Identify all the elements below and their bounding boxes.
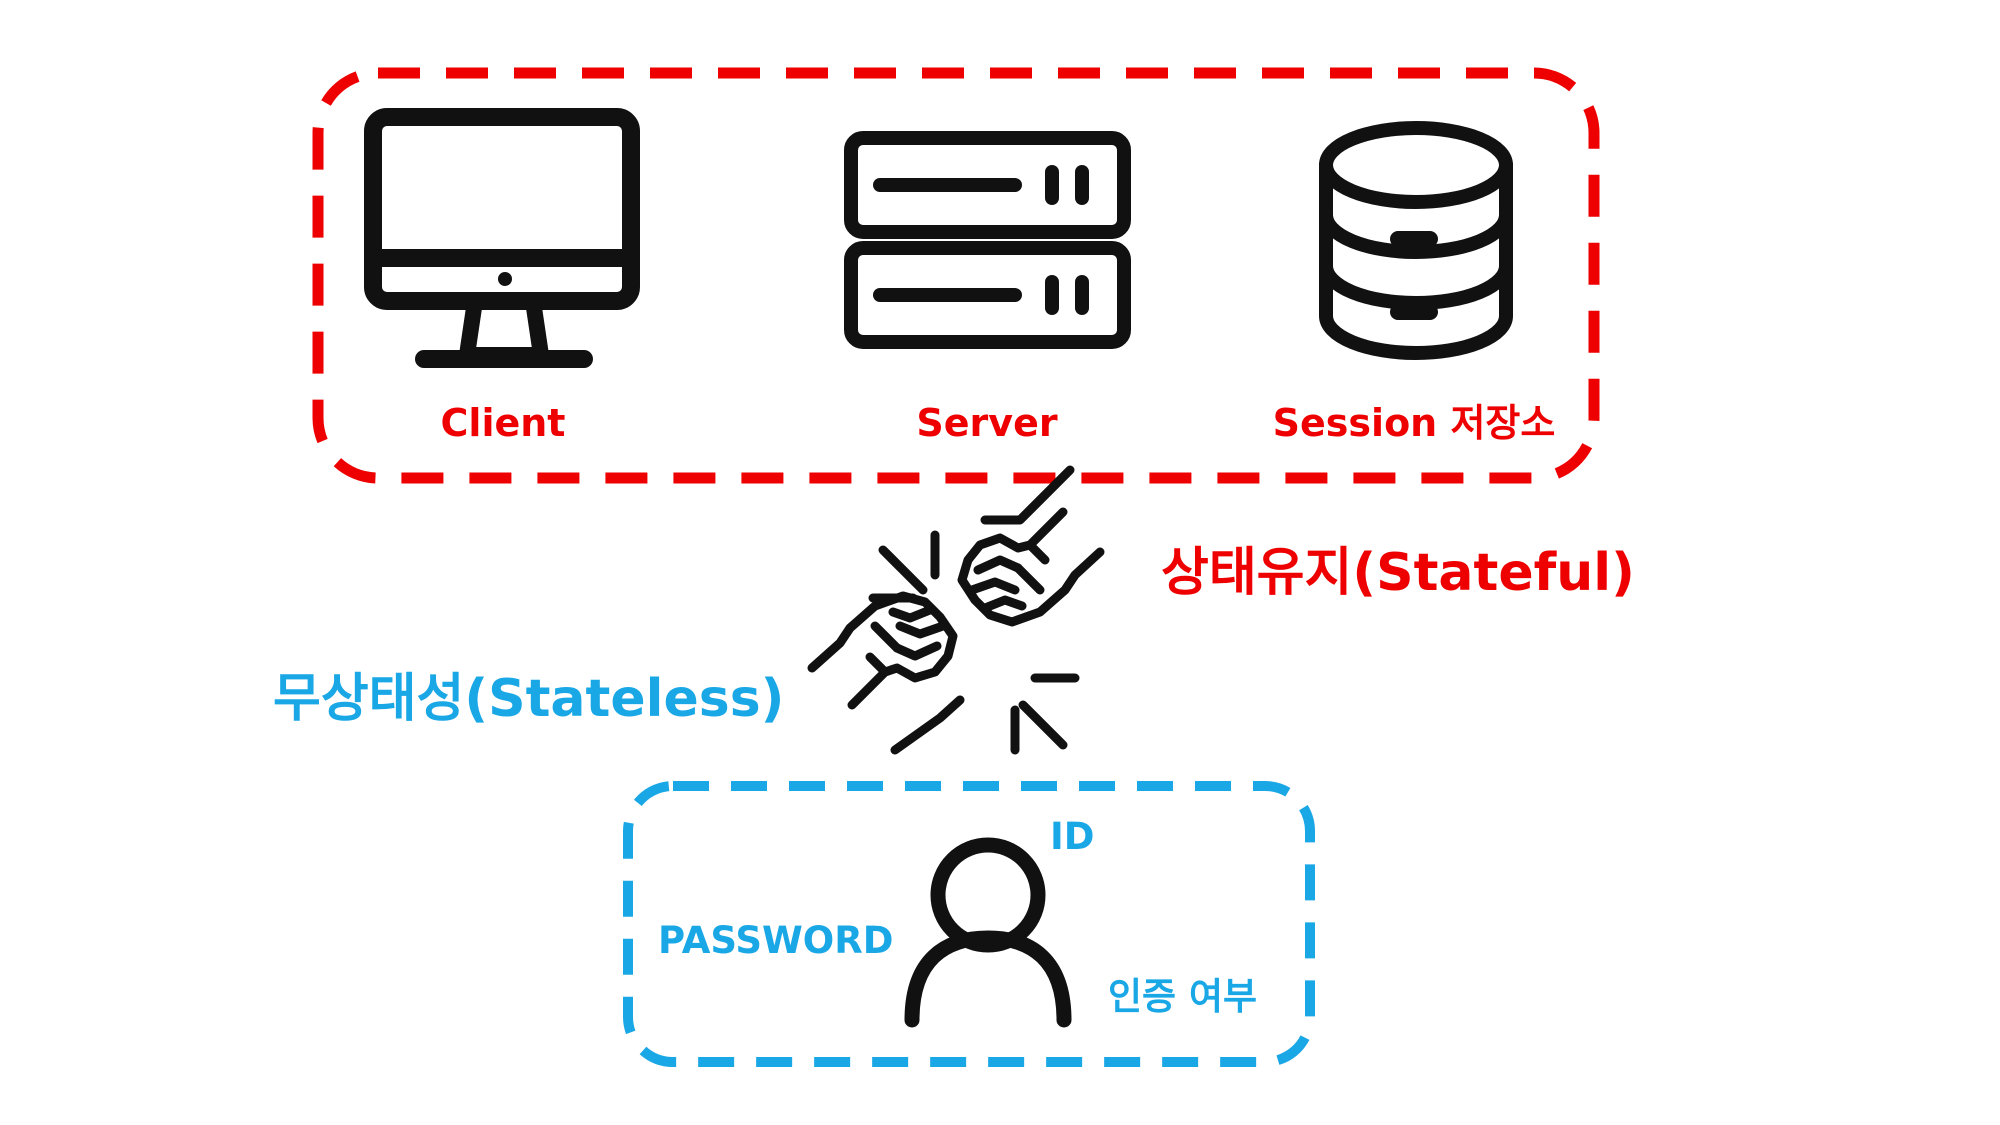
user-icon <box>904 837 1072 1028</box>
server-rack-icon <box>844 131 1131 349</box>
id-label: ID <box>1050 815 1095 858</box>
server-label: Server <box>916 401 1058 445</box>
client-label: Client <box>440 401 566 445</box>
session-store-label: Session 저장소 <box>1272 401 1556 445</box>
password-label: PASSWORD <box>658 919 894 962</box>
monitor-icon <box>364 108 640 368</box>
diagram-canvas <box>312 67 1600 1067</box>
database-icon <box>1319 121 1513 360</box>
fist-bump-icon <box>807 465 1105 755</box>
stateful-label: 상태유지(Stateful) <box>1161 543 1635 603</box>
auth-status-label: 인증 여부 <box>1108 975 1258 1018</box>
stateless-label: 무상태성(Stateless) <box>273 669 785 729</box>
